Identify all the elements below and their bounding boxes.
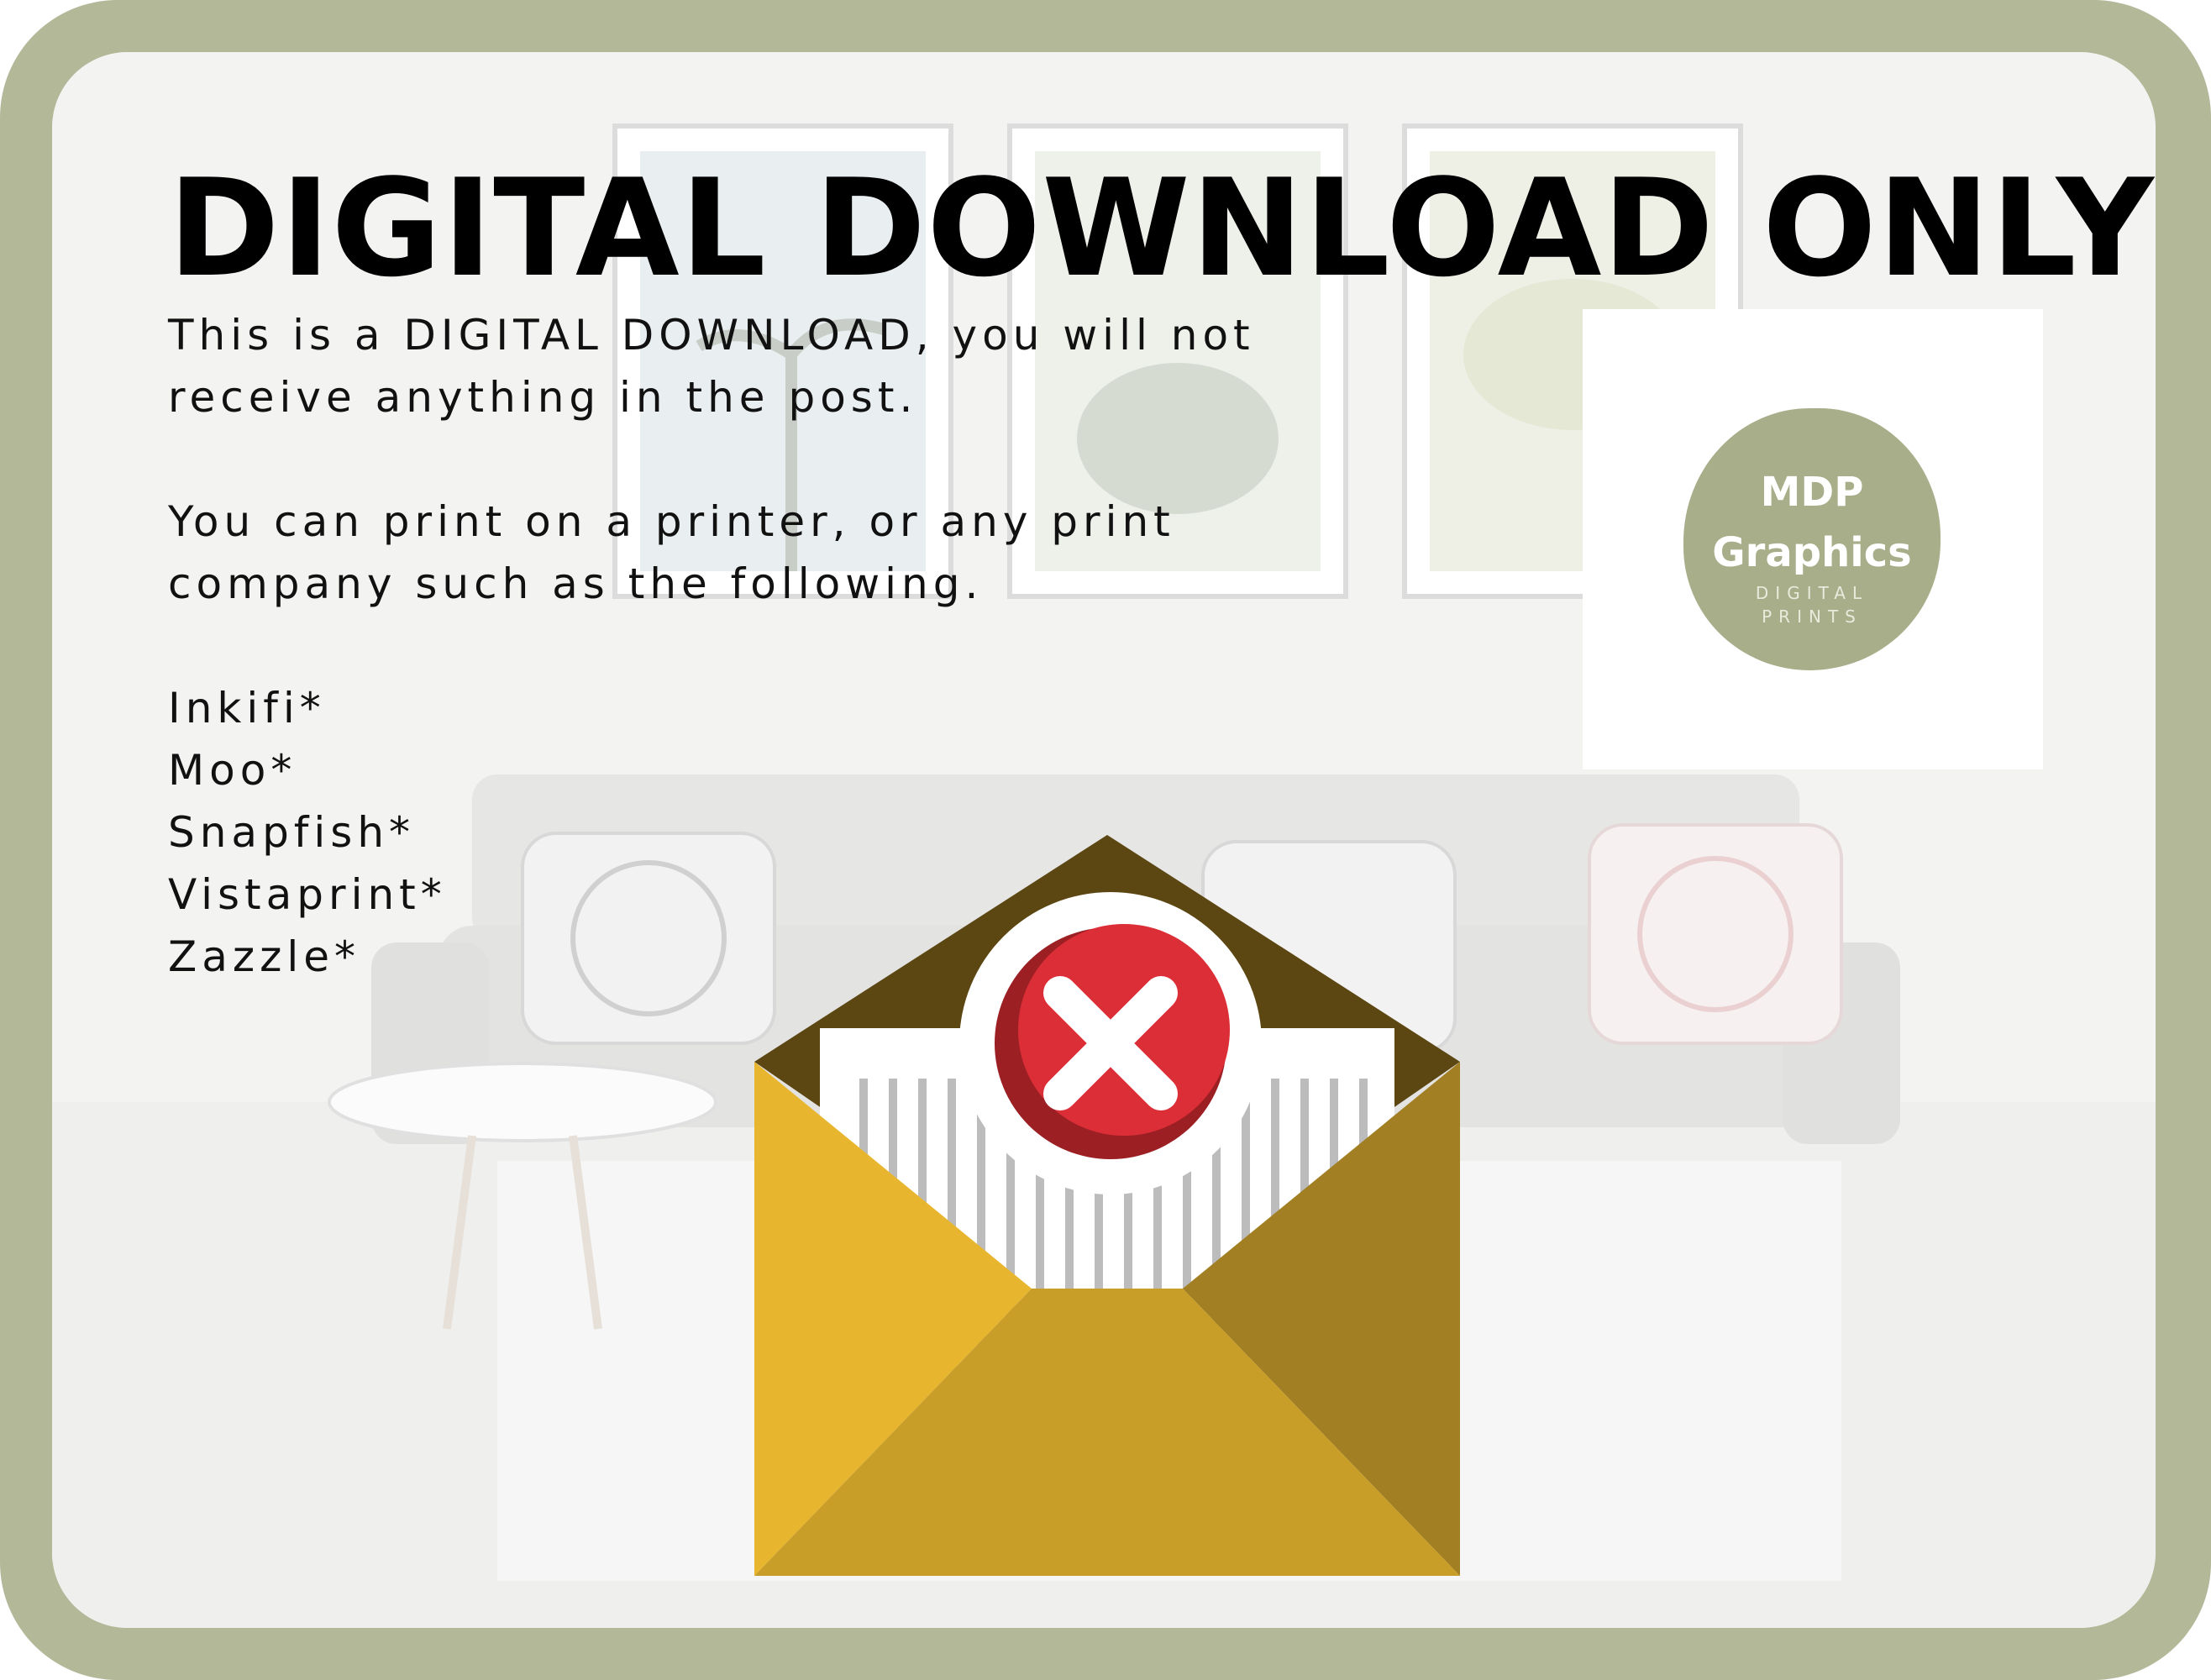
print-company-list: Inkifi* Moo* Snapfish* Vistaprint* Zazzl…: [168, 677, 447, 988]
list-item: Zazzle*: [168, 932, 361, 981]
error-x-icon: [959, 892, 1262, 1194]
brand-tagline: DIGITAL PRINTS: [1755, 583, 1869, 627]
page-title: DIGITAL DOWNLOAD ONLY: [168, 150, 2155, 307]
brand-name-line-1: MDP: [1760, 469, 1864, 516]
brand-logo: MDP Graphics DIGITAL PRINTS: [1683, 408, 1941, 670]
print-options-text: You can print on a printer, or any print…: [168, 497, 1175, 608]
list-item: Inkifi*: [168, 684, 326, 732]
brand-name-line-2: Graphics: [1712, 529, 1912, 576]
brand-logo-card: MDP Graphics DIGITAL PRINTS: [1583, 309, 2043, 769]
list-item: Moo*: [168, 746, 297, 795]
open-envelope-icon: [754, 835, 1460, 1576]
list-item: Snapfish*: [168, 808, 416, 857]
list-item: Vistaprint*: [168, 870, 447, 919]
digital-download-notice: This is a DIGITAL DOWNLOAD, you will not…: [168, 311, 1255, 422]
brand-name: MDP Graphics: [1683, 462, 1941, 583]
content-panel: DIGITAL DOWNLOAD ONLY This is a DIGITAL …: [52, 52, 2156, 1628]
